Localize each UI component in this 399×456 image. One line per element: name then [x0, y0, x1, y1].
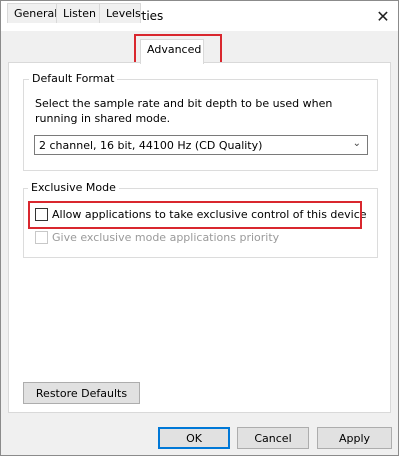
tab-levels[interactable]: Levels [99, 3, 141, 23]
default-format-description: Select the sample rate and bit depth to … [35, 97, 333, 125]
cancel-label: Cancel [254, 431, 292, 445]
default-format-select[interactable]: 2 channel, 16 bit, 44100 Hz (CD Quality)… [34, 135, 368, 155]
apply-label: Apply [338, 431, 371, 445]
restore-defaults-button[interactable]: Restore Defaults [23, 382, 140, 404]
tab-general[interactable]: General [7, 3, 57, 23]
restore-defaults-label: Restore Defaults [35, 386, 128, 400]
microphone-properties-window: Microphone Properties ✕ General Listen L… [0, 0, 399, 456]
tab-listen-label: Listen [63, 7, 96, 20]
exclusive-mode-label: Exclusive Mode [28, 181, 119, 194]
default-format-value: 2 channel, 16 bit, 44100 Hz (CD Quality) [39, 139, 263, 152]
tab-listen[interactable]: Listen [56, 3, 100, 23]
tab-levels-label: Levels [106, 7, 141, 20]
chevron-down-icon: ⌄ [352, 138, 361, 149]
allow-exclusive-highlight [28, 201, 362, 229]
default-format-label: Default Format [29, 72, 118, 85]
tab-advanced-label: Advanced [147, 43, 202, 56]
ok-label: OK [186, 431, 202, 445]
priority-label: Give exclusive mode applications priorit… [52, 231, 280, 244]
cancel-button[interactable]: Cancel [237, 427, 309, 449]
ok-button[interactable]: OK [158, 427, 230, 449]
tab-general-label: General [14, 7, 58, 20]
tab-advanced[interactable]: Advanced [140, 39, 204, 64]
close-icon: ✕ [376, 6, 390, 26]
close-button[interactable]: ✕ [372, 5, 394, 27]
apply-button[interactable]: Apply [317, 427, 392, 449]
priority-checkbox [35, 231, 48, 244]
